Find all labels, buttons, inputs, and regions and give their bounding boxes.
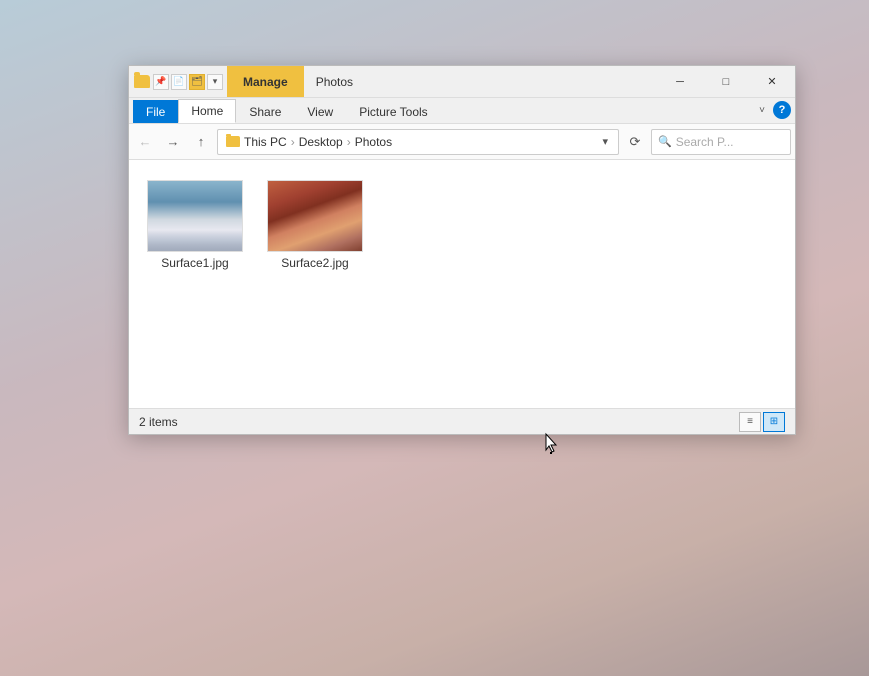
breadcrumb-folder-icon [226,136,240,147]
quick-access-btn1[interactable]: 📌 [153,74,169,90]
tab-home[interactable]: Home [178,99,236,123]
file-label-surface2: Surface2.jpg [281,256,348,270]
view-buttons: ≡ ⊞ [739,412,785,432]
help-button[interactable]: ? [773,101,791,119]
title-bar-left: 📌 📄 🗂 ▾ [129,66,227,97]
file-thumbnail-surface1 [147,180,243,252]
quick-access-btn3[interactable]: 🗂 [189,74,205,90]
breadcrumb-desktop: Desktop [299,135,343,149]
search-input[interactable]: Search P... [676,135,784,149]
file-label-surface1: Surface1.jpg [161,256,228,270]
mouse-cursor [544,432,558,454]
tab-file[interactable]: File [133,100,178,123]
address-bar: ← → ↑ This PC › Desktop › Photos ▾ ⟳ 🔍 S… [129,124,795,160]
window-title: Photos [304,66,365,97]
file-item[interactable]: Surface1.jpg [145,176,245,274]
ribbon-tabs: File Home Share View Picture Tools ˅ ? [129,98,795,124]
quick-access-dropdown[interactable]: ▾ [207,74,223,90]
file-thumbnail-surface2 [267,180,363,252]
breadcrumb-sep1: › [291,135,295,149]
back-button[interactable]: ← [133,130,157,154]
file-explorer-window: 📌 📄 🗂 ▾ Manage Photos ─ □ ✕ File Home Sh… [128,65,796,435]
forward-button[interactable]: → [161,130,185,154]
tab-picture-tools[interactable]: Picture Tools [346,100,440,123]
search-icon: 🔍 [658,135,672,148]
minimize-button[interactable]: ─ [657,66,703,97]
large-icons-view-button[interactable]: ⊞ [763,412,785,432]
tab-view[interactable]: View [294,100,346,123]
tab-share[interactable]: Share [236,100,294,123]
folder-title-icon [133,73,151,91]
manage-tab[interactable]: Manage [227,66,304,97]
title-bar: 📌 📄 🗂 ▾ Manage Photos ─ □ ✕ [129,66,795,98]
search-box[interactable]: 🔍 Search P... [651,129,791,155]
address-dropdown-icon[interactable]: ▾ [600,133,610,150]
ribbon-collapse-icon[interactable]: ˅ [755,103,769,118]
breadcrumb-this-pc: This PC [244,135,287,149]
breadcrumb-sep2: › [347,135,351,149]
file-grid: Surface1.jpg Surface2.jpg [145,176,779,274]
window-controls: ─ □ ✕ [657,66,795,97]
close-button[interactable]: ✕ [749,66,795,97]
address-input[interactable]: This PC › Desktop › Photos ▾ [217,129,619,155]
quick-access-btn2[interactable]: 📄 [171,74,187,90]
refresh-button[interactable]: ⟳ [623,130,647,154]
maximize-button[interactable]: □ [703,66,749,97]
file-item[interactable]: Surface2.jpg [265,176,365,274]
up-button[interactable]: ↑ [189,130,213,154]
details-view-button[interactable]: ≡ [739,412,761,432]
ribbon-end-controls: ˅ ? [755,101,791,123]
item-count: 2 items [139,415,739,429]
breadcrumb-photos: Photos [355,135,392,149]
file-content-area: Surface1.jpg Surface2.jpg [129,160,795,408]
status-bar: 2 items ≡ ⊞ [129,408,795,434]
